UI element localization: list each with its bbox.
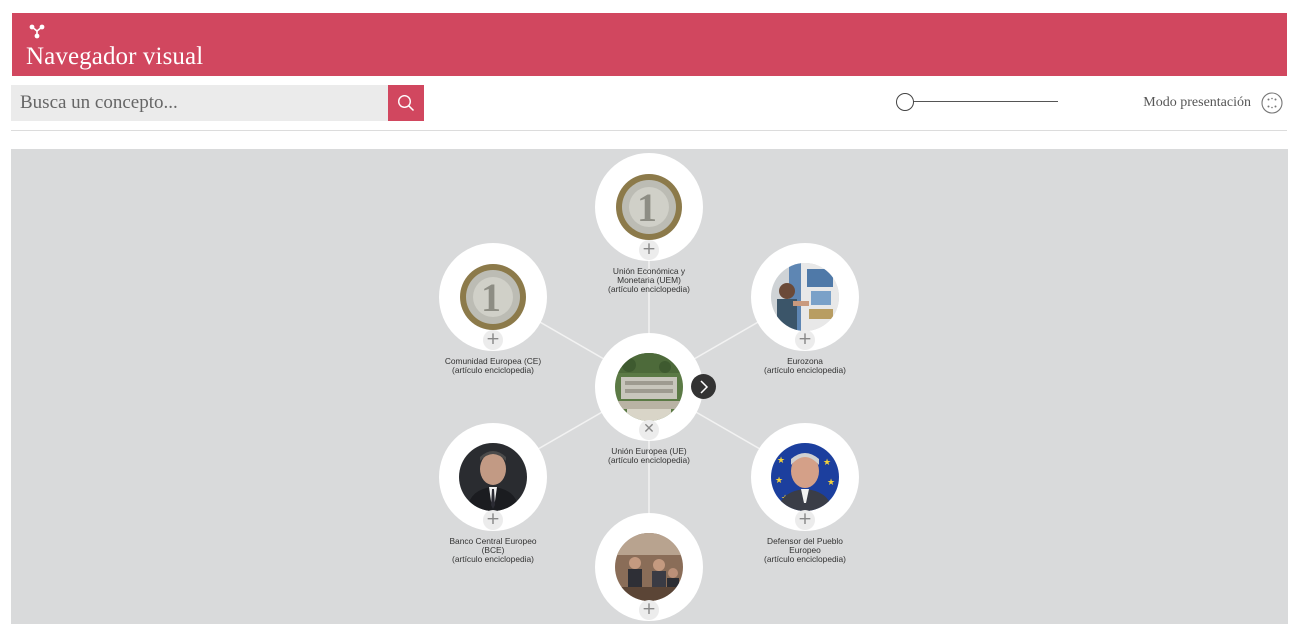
node-label-uem[interactable]: Unión Económica y Monetaria (UEM) (artíc…	[559, 267, 739, 294]
man-eu-flag-image: ★ ★ ★ ★ ★	[771, 443, 839, 511]
graph-node-bce[interactable]: + Banco Central Europeo (BCE) (artículo …	[439, 423, 547, 564]
euro-coin-image: 1	[615, 173, 683, 241]
presentation-mode-button[interactable]: Modo presentación	[1125, 91, 1285, 117]
node-label-defensor[interactable]: Defensor del Pueblo Europeo (artículo en…	[715, 537, 895, 564]
aerial-buildings-image	[615, 353, 683, 421]
search-input[interactable]	[11, 85, 385, 121]
expand-node-button[interactable]: +	[795, 510, 815, 530]
svg-text:★: ★	[827, 477, 835, 487]
zoom-slider-handle[interactable]	[896, 93, 914, 111]
fullscreen-dots-icon[interactable]	[1261, 92, 1283, 114]
search-button[interactable]	[388, 85, 424, 121]
svg-text:1: 1	[637, 185, 657, 230]
graph-node-defensor[interactable]: ★ ★ ★ ★ ★ + Defensor del Pueblo Europeo …	[751, 423, 859, 564]
graph-node-uem[interactable]: 1 + Unión Económica y Monetaria (UEM) (a…	[595, 153, 703, 294]
node-label-eurozona[interactable]: Eurozona (artículo enciclopedia)	[715, 357, 895, 375]
graph-node-eurozona[interactable]: + Eurozona (artículo enciclopedia)	[751, 243, 859, 375]
next-concept-button[interactable]	[691, 374, 716, 399]
header-divider	[11, 130, 1287, 131]
graph-node-bottom[interactable]: +	[595, 513, 703, 621]
graph-node-center-ue[interactable]: ✕ Unión Europea (UE) (artículo enciclope…	[595, 333, 703, 465]
node-label-center-ue[interactable]: Unión Europea (UE) (artículo enciclopedi…	[559, 447, 739, 465]
close-node-button[interactable]: ✕	[639, 420, 659, 440]
svg-text:★: ★	[775, 475, 783, 485]
search-box	[11, 85, 388, 121]
search-icon	[397, 94, 415, 112]
svg-text:★: ★	[777, 455, 785, 465]
meeting-room-image	[615, 533, 683, 601]
network-nodes-icon	[29, 24, 45, 39]
zoom-slider-track[interactable]	[905, 101, 1058, 102]
chevron-right-icon	[700, 380, 709, 394]
page-title: Navegador visual	[26, 43, 204, 70]
expand-node-button[interactable]: +	[483, 330, 503, 350]
concept-graph[interactable]: 1 + Unión Económica y Monetaria (UEM) (a…	[11, 149, 1288, 624]
expand-node-button[interactable]: +	[795, 330, 815, 350]
app-header: Navegador visual	[12, 13, 1287, 76]
graph-node-ce[interactable]: 1 + Comunidad Europea (CE) (artículo enc…	[439, 243, 547, 375]
svg-text:★: ★	[823, 457, 831, 467]
expand-node-button[interactable]: +	[639, 240, 659, 260]
euro-coin-image: 1	[459, 263, 527, 331]
node-label-ce[interactable]: Comunidad Europea (CE) (artículo enciclo…	[403, 357, 583, 375]
svg-text:1: 1	[481, 275, 501, 320]
presentation-mode-label: Modo presentación	[1143, 95, 1251, 110]
man-in-suit-image	[459, 443, 527, 511]
expand-node-button[interactable]: +	[483, 510, 503, 530]
zoom-slider[interactable]	[895, 92, 1061, 112]
expand-node-button[interactable]: +	[639, 600, 659, 620]
atm-machine-image	[771, 263, 839, 331]
node-label-bce[interactable]: Banco Central Europeo (BCE) (artículo en…	[403, 537, 583, 564]
